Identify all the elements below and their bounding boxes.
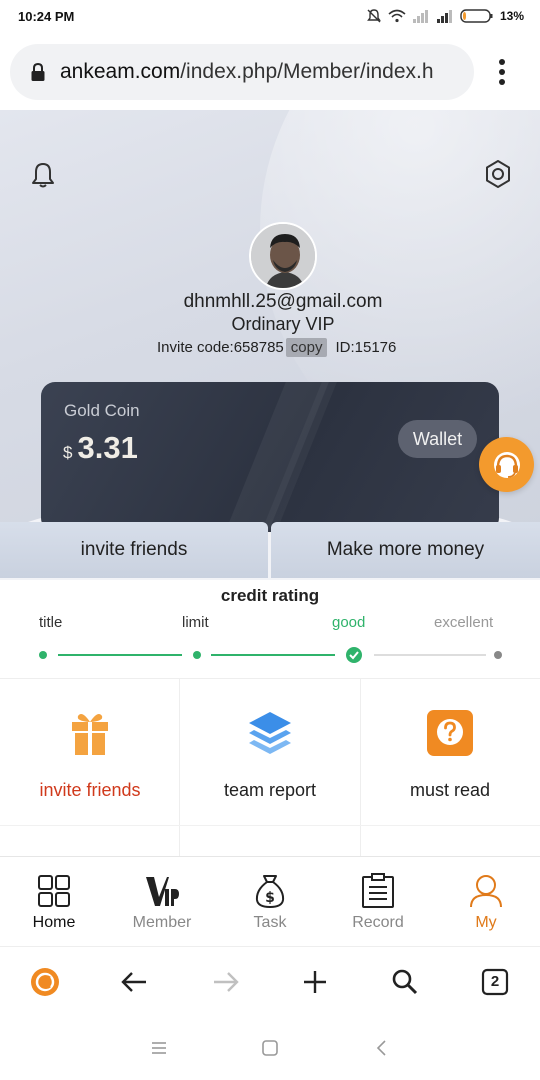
user-email: dhnmhll.25@gmail.com (183, 291, 383, 312)
nav-label: Member (132, 914, 192, 931)
feature-must-read[interactable]: must read (360, 700, 540, 820)
nav-label: Task (253, 914, 287, 931)
feature-label: invite friends (39, 780, 141, 800)
invite-code-label: Invite code: (157, 338, 234, 356)
copy-button[interactable]: copy (285, 337, 328, 357)
invite-row: Invite code: 658785 copy ID:15176 (157, 336, 396, 358)
system-navigation-bar (0, 1016, 540, 1080)
more-options-icon[interactable] (490, 54, 514, 90)
nav-label: My (475, 914, 497, 931)
avatar[interactable] (249, 222, 317, 290)
browser-toolbar: 2 (0, 946, 540, 1016)
credit-track-segment (374, 654, 486, 656)
vip-icon (146, 877, 179, 906)
credit-level-excellent: excellent (434, 614, 494, 631)
battery-icon (460, 9, 493, 23)
divider (0, 825, 540, 826)
make-more-money-tab[interactable]: Make more money (271, 522, 540, 578)
svg-text:$: $ (265, 890, 275, 906)
credit-level-limit: limit (182, 614, 209, 631)
credit-current-check-icon (346, 647, 362, 663)
nav-member[interactable]: Member (108, 857, 216, 947)
address-bar[interactable]: ankeam.com/index.php/Member/index.h (10, 44, 474, 100)
user-icon (470, 875, 502, 908)
status-time: 10:24 PM (18, 9, 75, 24)
grid-icon (38, 875, 70, 907)
url-text: ankeam.com/index.php/Member/index.h (60, 60, 470, 84)
nav-record[interactable]: Record (324, 857, 432, 947)
question-icon (427, 710, 473, 756)
back-arrow-icon[interactable] (118, 965, 152, 999)
credit-track-segment (211, 654, 335, 656)
feature-label: must read (409, 780, 491, 800)
nav-my[interactable]: My (432, 857, 540, 947)
menu-icon[interactable] (149, 1038, 169, 1058)
money-bag-icon: $ (255, 875, 285, 908)
invite-code-value: 658785 (233, 338, 284, 356)
credit-dot (193, 651, 201, 659)
layers-icon (249, 712, 291, 754)
credit-level-title: title (39, 614, 63, 631)
signal-icon-2 (436, 10, 452, 23)
url-path: /index.php/Member/index.h (180, 60, 434, 83)
vip-level: Ordinary VIP (231, 314, 335, 334)
nav-label: Record (352, 914, 404, 931)
back-chevron-icon[interactable] (372, 1038, 392, 1058)
status-bar: 10:24 PM 13% (0, 0, 540, 34)
wifi-icon (388, 9, 406, 23)
tabs-button[interactable]: 2 (478, 965, 512, 999)
gift-icon (72, 714, 108, 755)
gold-coin-label: Gold Coin (64, 401, 140, 420)
feature-invite-friends[interactable]: invite friends (0, 700, 180, 820)
status-icons: 13% (366, 8, 524, 24)
feature-label: team report (223, 780, 317, 800)
search-icon[interactable] (388, 965, 422, 999)
nav-home[interactable]: Home (0, 857, 108, 947)
forward-arrow-icon (214, 972, 239, 992)
customer-support-button[interactable] (479, 437, 534, 492)
user-id-label: ID: (335, 338, 355, 356)
home-square-icon[interactable] (260, 1038, 280, 1058)
bottom-navigation: Home Member $ Task Record My (0, 856, 540, 946)
currency-symbol: $ (63, 443, 73, 462)
wallet-button[interactable]: Wallet (398, 420, 477, 458)
new-tab-plus-icon[interactable] (298, 965, 332, 999)
nav-label: Home (32, 914, 76, 931)
nav-task[interactable]: $ Task (216, 857, 324, 947)
user-id-value: 15176 (354, 338, 397, 356)
clipboard-icon (362, 873, 394, 908)
credit-dot (39, 651, 47, 659)
url-host: ankeam.com (60, 60, 181, 83)
settings-icon[interactable] (482, 158, 514, 190)
bell-icon[interactable] (28, 160, 58, 190)
divider (0, 678, 540, 679)
signal-icon-1 (412, 10, 428, 23)
balance-amount: 3.31 (77, 430, 138, 465)
credit-rating-title: credit rating (220, 586, 320, 605)
tab-count: 2 (490, 973, 500, 990)
invite-friends-tab[interactable]: invite friends (0, 522, 268, 578)
gold-coin-balance: $ 3.31 (63, 430, 138, 466)
mute-icon (367, 9, 381, 23)
gold-coin-card: Gold Coin $ 3.31 Wallet (41, 382, 499, 532)
browser-logo-icon[interactable] (28, 965, 62, 999)
feature-team-report[interactable]: team report (180, 700, 360, 820)
battery-percent: 13% (499, 9, 524, 23)
user-id: ID:15176 (335, 339, 396, 356)
credit-level-good: good (332, 614, 366, 631)
headset-icon (493, 451, 520, 478)
make-more-money-tab-label: Make more money (326, 539, 485, 560)
credit-dot (494, 651, 502, 659)
lock-icon (31, 62, 45, 81)
invite-friends-tab-label: invite friends (80, 539, 188, 560)
credit-track-segment (58, 654, 182, 656)
